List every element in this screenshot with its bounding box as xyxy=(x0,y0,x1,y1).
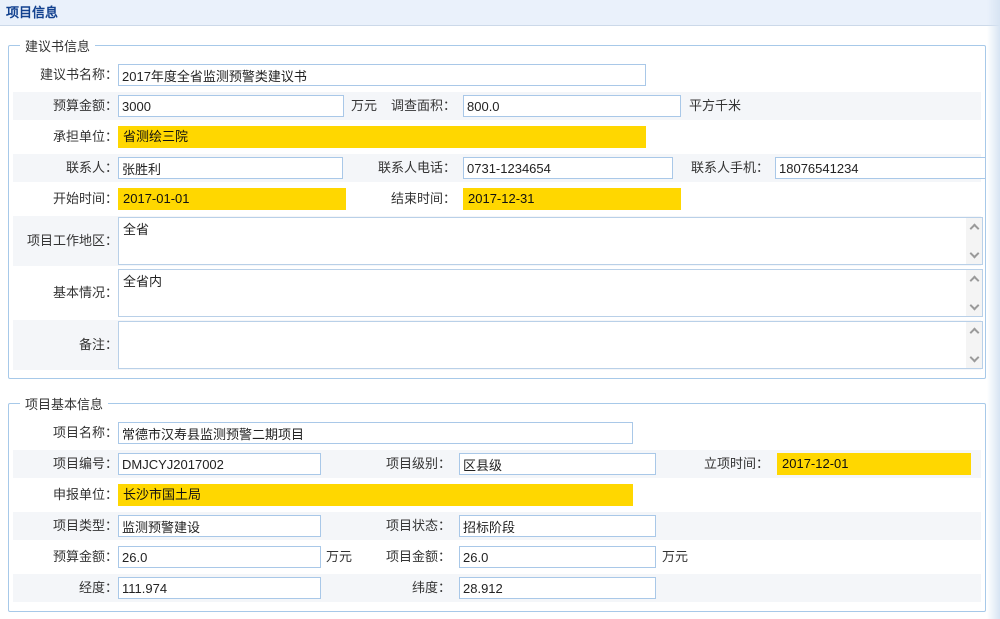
project-code-input[interactable] xyxy=(118,453,321,475)
proposal-name-label: 建议书名称： xyxy=(13,61,118,89)
remark-textarea[interactable] xyxy=(118,321,983,369)
project-amount-input[interactable] xyxy=(459,546,656,568)
project-amount-label: 项目金额： xyxy=(339,543,451,571)
end-date-label: 结束时间： xyxy=(343,185,456,213)
project-budget-label: 预算金额： xyxy=(13,543,118,571)
start-date-label: 开始时间： xyxy=(13,185,118,213)
textarea-scrollbar[interactable] xyxy=(966,322,982,368)
project-level-input[interactable] xyxy=(459,453,656,475)
scroll-up-icon[interactable] xyxy=(969,328,979,338)
work-area-wrap: 全省 xyxy=(118,217,983,265)
project-type-input[interactable] xyxy=(118,515,321,537)
form-row: 预算金额： 万元 调查面积： 平方千米 xyxy=(13,92,981,120)
contact-label: 联系人： xyxy=(13,154,118,182)
latitude-label: 纬度： xyxy=(339,574,451,602)
survey-area-label: 调查面积： xyxy=(379,92,456,120)
project-fieldset: 项目基本信息 项目名称： 项目编号： 项目级别： 立项时间： 2017-12-0… xyxy=(8,394,986,612)
form-row: 项目类型： 项目状态： xyxy=(13,512,981,540)
textarea-scrollbar[interactable] xyxy=(966,218,982,264)
work-area-textarea[interactable]: 全省 xyxy=(118,217,983,265)
scroll-up-icon[interactable] xyxy=(969,224,979,234)
project-legend: 项目基本信息 xyxy=(20,394,108,413)
project-status-input[interactable] xyxy=(459,515,656,537)
project-level-label: 项目级别： xyxy=(339,450,451,478)
end-date-field[interactable]: 2017-12-31 xyxy=(463,188,681,210)
longitude-input[interactable] xyxy=(118,577,321,599)
form-row: 项目工作地区： 全省 xyxy=(13,216,981,266)
contact-mobile-label: 联系人手机： xyxy=(668,154,769,182)
scroll-down-icon[interactable] xyxy=(969,301,979,311)
scroll-down-icon[interactable] xyxy=(969,353,979,363)
declare-unit-field[interactable]: 长沙市国土局 xyxy=(118,484,633,506)
proposal-legend: 建议书信息 xyxy=(20,36,95,55)
longitude-label: 经度： xyxy=(13,574,118,602)
basic-info-label: 基本情况： xyxy=(13,268,118,318)
form-row: 预算金额： 万元 项目金额： 万元 xyxy=(13,543,981,571)
start-date-field[interactable]: 2017-01-01 xyxy=(118,188,346,210)
budget-input[interactable] xyxy=(118,95,344,117)
scroll-down-icon[interactable] xyxy=(969,249,979,259)
contact-phone-input[interactable] xyxy=(463,157,673,179)
budget-unit-label: 万元 xyxy=(351,92,377,120)
undertaking-unit-field[interactable]: 省测绘三院 xyxy=(118,126,646,148)
contact-phone-label: 联系人电话： xyxy=(343,154,456,182)
project-name-label: 项目名称： xyxy=(13,419,118,447)
approval-date-field[interactable]: 2017-12-01 xyxy=(777,453,971,475)
project-name-input[interactable] xyxy=(118,422,633,444)
form-row: 联系人： 联系人电话： 联系人手机： xyxy=(13,154,981,182)
contact-input[interactable] xyxy=(118,157,343,179)
proposal-fieldset: 建议书信息 建议书名称： 预算金额： 万元 调查面积： 平方千米 承担单位： 省… xyxy=(8,36,986,379)
project-code-label: 项目编号： xyxy=(13,450,118,478)
form-row: 项目名称： xyxy=(13,419,981,447)
latitude-input[interactable] xyxy=(459,577,656,599)
form-row: 项目编号： 项目级别： 立项时间： 2017-12-01 xyxy=(13,450,981,478)
remark-label: 备注： xyxy=(13,320,118,370)
contact-mobile-input[interactable] xyxy=(775,157,986,179)
form-row: 备注： xyxy=(13,320,981,370)
survey-area-input[interactable] xyxy=(463,95,681,117)
form-row: 建议书名称： xyxy=(13,61,981,89)
page-title: 项目信息 xyxy=(6,0,58,26)
project-budget-input[interactable] xyxy=(118,546,321,568)
work-area-label: 项目工作地区： xyxy=(13,216,118,266)
page-header: 项目信息 xyxy=(0,0,1000,26)
textarea-scrollbar[interactable] xyxy=(966,270,982,316)
basic-info-textarea[interactable]: 全省内 xyxy=(118,269,983,317)
form-row: 经度： 纬度： xyxy=(13,574,981,602)
declare-unit-label: 申报单位： xyxy=(13,481,118,509)
proposal-name-input[interactable] xyxy=(118,64,646,86)
form-row: 基本情况： 全省内 xyxy=(13,268,981,318)
scroll-up-icon[interactable] xyxy=(969,276,979,286)
undertaking-unit-label: 承担单位： xyxy=(13,123,118,151)
budget-label: 预算金额： xyxy=(13,92,118,120)
approval-date-label: 立项时间： xyxy=(665,450,769,478)
project-type-label: 项目类型： xyxy=(13,512,118,540)
form-row: 承担单位： 省测绘三院 xyxy=(13,123,981,151)
right-edge-gradient xyxy=(987,0,1000,619)
basic-info-wrap: 全省内 xyxy=(118,269,983,317)
form-row: 开始时间： 2017-01-01 结束时间： 2017-12-31 xyxy=(13,185,981,213)
remark-wrap xyxy=(118,321,983,369)
project-amount-unit-label: 万元 xyxy=(662,543,688,571)
form-row: 申报单位： 长沙市国土局 xyxy=(13,481,981,509)
survey-area-unit-label: 平方千米 xyxy=(689,92,741,120)
project-status-label: 项目状态： xyxy=(339,512,451,540)
